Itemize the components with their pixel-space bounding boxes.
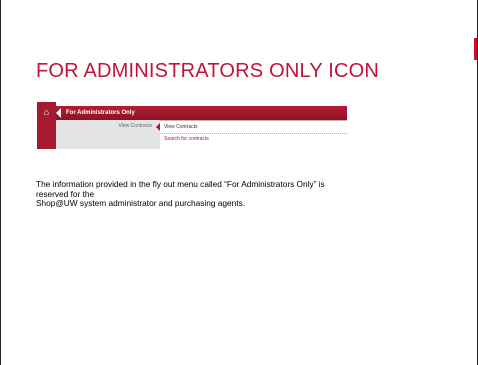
flyout-menu: View Contracts Search for contracts <box>160 120 347 150</box>
left-panel: View Contracts <box>56 120 160 149</box>
slide-title: FOR ADMINISTRATORS ONLY ICON <box>36 60 380 82</box>
menu-item-view-contracts: View Contracts <box>164 124 198 130</box>
home-icon: ⌂ <box>43 107 50 117</box>
flyout-header: For Administrators Only <box>56 106 347 120</box>
menu-screenshot: ⌂ For Administrators Only View Contracts… <box>37 102 347 150</box>
left-panel-label: View Contracts <box>118 123 152 129</box>
body-line: The information provided in the fly out … <box>36 179 325 189</box>
body-line: Shop@UW system administrator and purchas… <box>36 198 246 209</box>
slide: FOR ADMINISTRATORS ONLY ICON ⌂ For Admin… <box>0 0 478 365</box>
body-text: The information provided in the fly out … <box>36 179 456 209</box>
menu-divider <box>160 133 347 134</box>
menu-item-search-contracts: Search for contracts <box>164 136 209 142</box>
header-arrow-icon <box>56 108 61 118</box>
sidebar-strip: ⌂ <box>37 102 56 149</box>
accent-bar <box>474 38 477 60</box>
